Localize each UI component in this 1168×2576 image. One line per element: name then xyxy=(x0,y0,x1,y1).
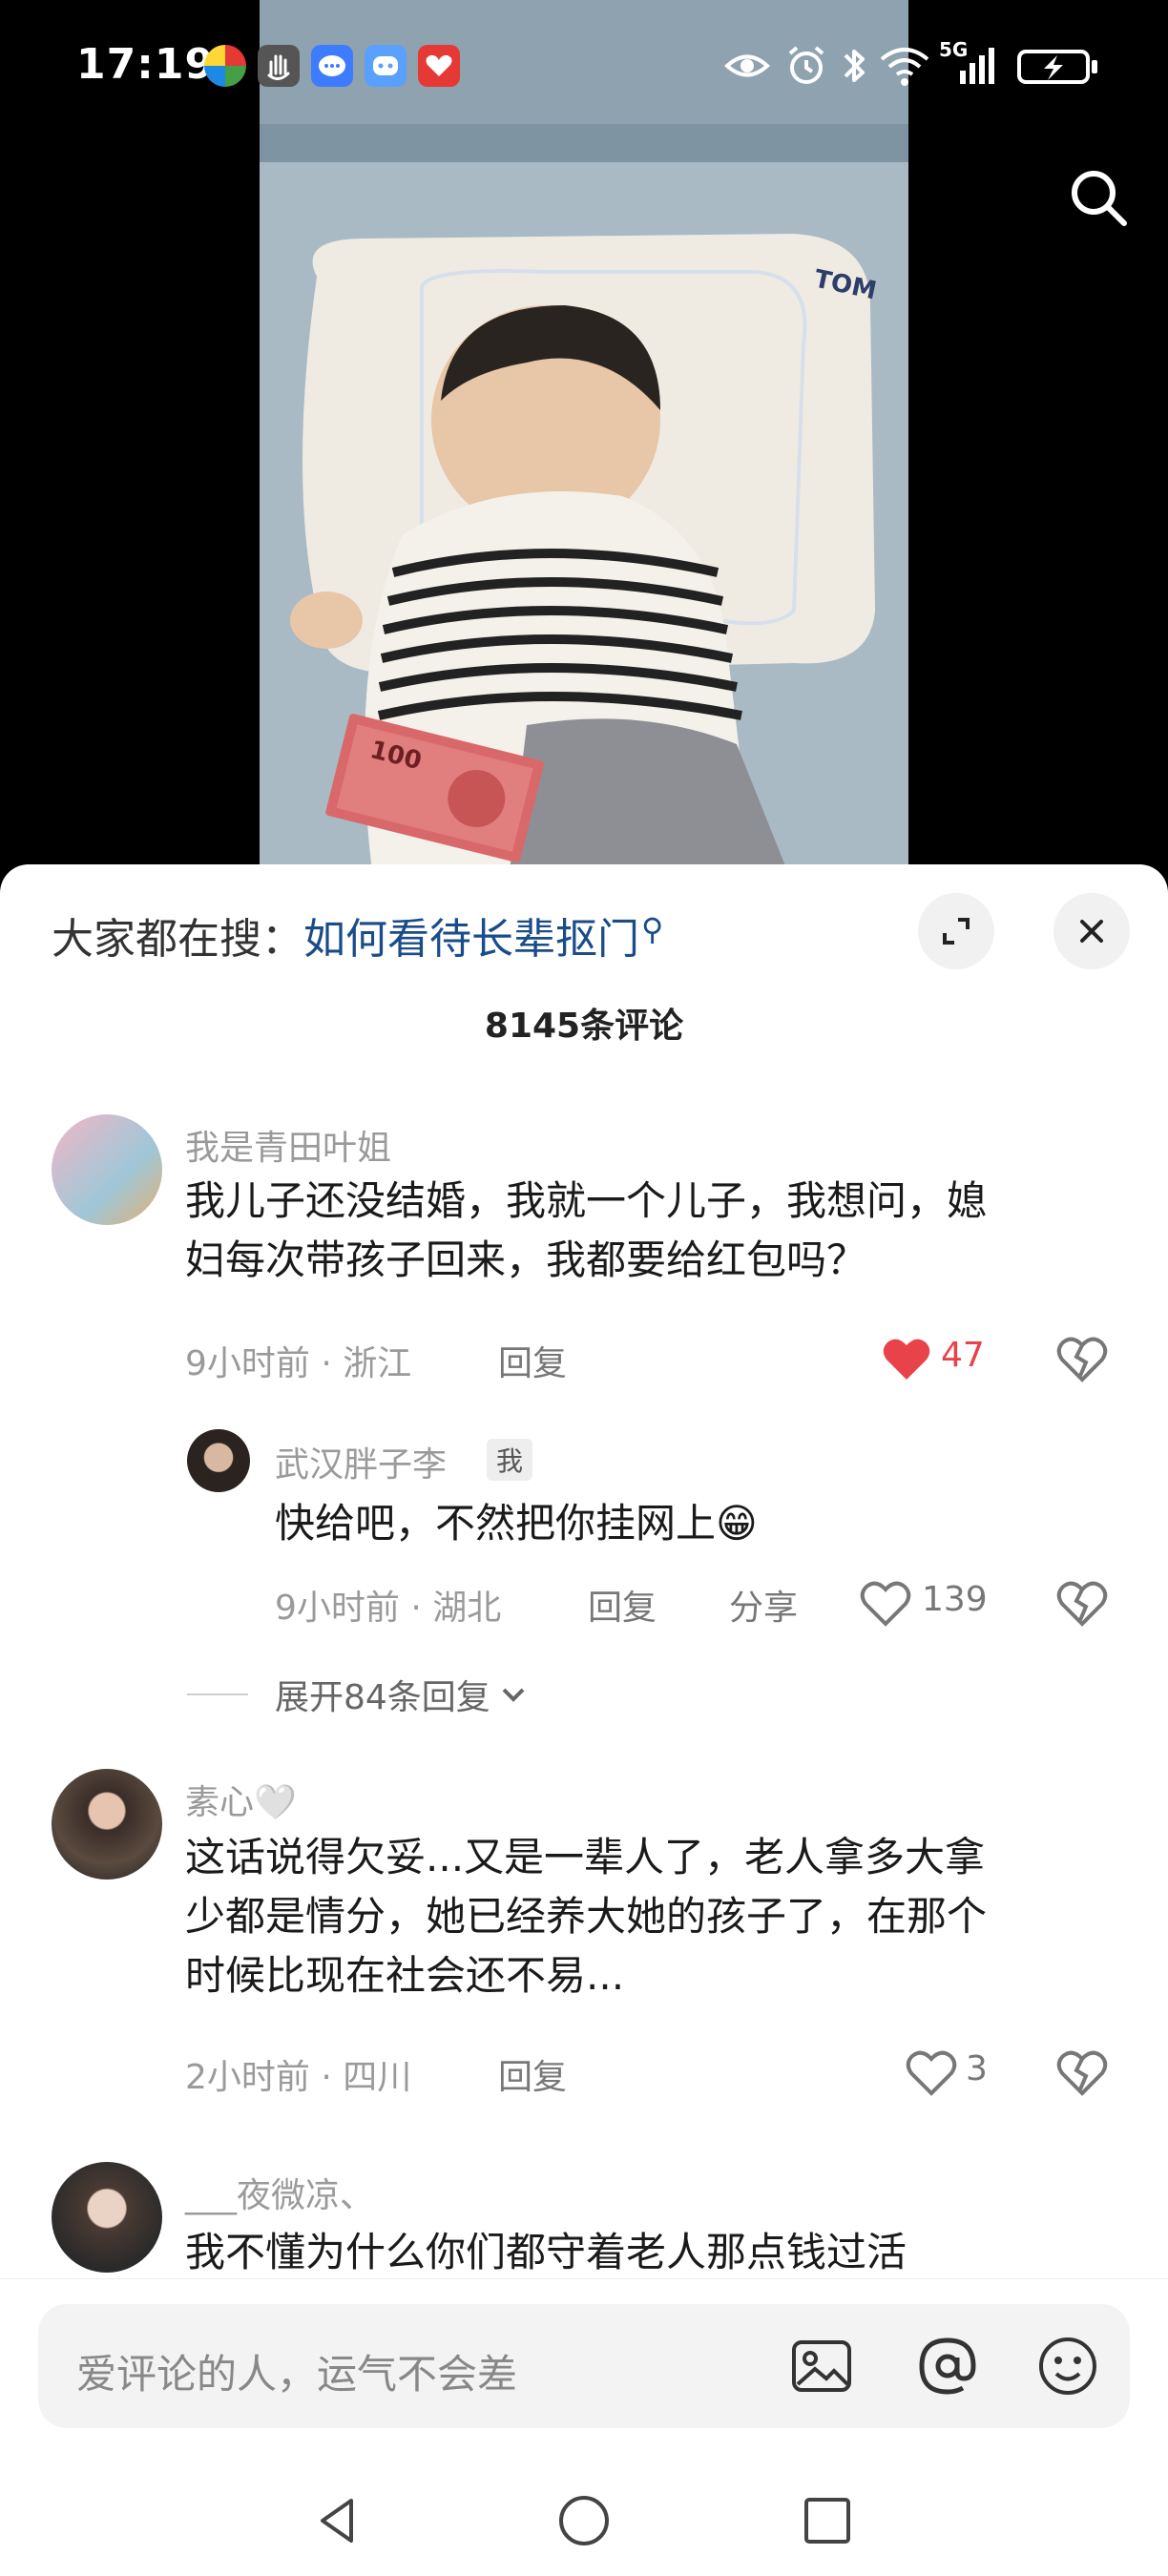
search-small-icon: ⚲ xyxy=(641,911,664,947)
image-icon[interactable] xyxy=(784,2329,859,2403)
battery-charging-icon xyxy=(1017,50,1097,84)
home-icon[interactable] xyxy=(551,2487,617,2554)
recents-icon[interactable] xyxy=(794,2487,861,2554)
robot-app-icon xyxy=(365,45,407,87)
reply-text: 快给吧，不然把你挂网上😁 xyxy=(275,1500,758,1547)
close-icon xyxy=(1080,920,1103,943)
comment-text-line: 少都是情分，她已经养大她的孩子了，在那个 xyxy=(185,1893,988,1940)
comment-text-line: 这话说得欠妥...又是一辈人了，老人拿多大拿 xyxy=(185,1834,986,1880)
reply-username[interactable]: 武汉胖子李 xyxy=(275,1437,447,1486)
comment-text: 我儿子还没结婚，我就一个儿子，我想问，媳 妇每次带孩子回来，我都要给红包吗？ xyxy=(185,1172,1120,1290)
status-time: 17:19 xyxy=(76,40,216,89)
message-app-icon xyxy=(311,45,353,87)
broken-heart-icon[interactable] xyxy=(1055,1334,1109,1383)
wifi-icon xyxy=(880,48,929,86)
expand-icon xyxy=(943,918,970,945)
self-badge: 我 xyxy=(487,1439,533,1481)
like-count: 139 xyxy=(922,1580,988,1619)
like-count: 3 xyxy=(966,2049,988,2088)
comment-username[interactable]: 素心🤍 xyxy=(185,1775,297,1824)
back-icon[interactable] xyxy=(305,2487,372,2554)
comment-username[interactable]: ___夜微凉、 xyxy=(185,2168,374,2217)
comment-input-placeholder: 爱评论的人，运气不会差 xyxy=(76,2351,518,2398)
expand-sheet-button[interactable] xyxy=(918,893,994,969)
app-notification-icon xyxy=(204,45,246,87)
expand-replies-label: 展开84条回复 xyxy=(275,1678,490,1717)
avatar[interactable] xyxy=(187,1429,250,1492)
trending-search[interactable]: 大家都在搜：如何看待长辈抠门⚲ xyxy=(52,904,663,966)
reply-button[interactable]: 回复 xyxy=(588,1580,657,1630)
trending-search-link[interactable]: 如何看待长辈抠门 xyxy=(303,915,639,964)
comment-text: 这话说得欠妥...又是一辈人了，老人拿多大拿 少都是情分，她已经养大她的孩子了，… xyxy=(185,1828,1120,2005)
share-button[interactable]: 分享 xyxy=(729,1580,798,1630)
hand-app-icon xyxy=(258,45,300,87)
chevron-down-icon xyxy=(502,1688,525,1702)
comment-text-line: 时候比现在社会还不易... xyxy=(185,1952,625,1999)
heart-outline-icon[interactable] xyxy=(905,2047,958,2097)
expand-replies-button[interactable]: 展开84条回复 xyxy=(187,1666,531,1723)
trending-search-prefix: 大家都在搜： xyxy=(52,915,303,964)
comment-input[interactable]: 爱评论的人，运气不会差 xyxy=(38,2304,1130,2428)
heart-filled-icon[interactable] xyxy=(880,1334,933,1383)
comment-text-line: 妇每次带孩子回来，我都要给红包吗？ xyxy=(185,1236,867,1283)
signal-icon xyxy=(960,48,994,84)
search-icon[interactable] xyxy=(1061,160,1137,237)
eye-icon xyxy=(724,54,770,77)
avatar[interactable] xyxy=(52,1114,162,1225)
divider-line xyxy=(187,1693,248,1695)
comment-meta: 9小时前 · 浙江 xyxy=(185,1344,412,1383)
comment-input-area: 爱评论的人，运气不会差 xyxy=(0,2278,1168,2576)
comment-text: 我不懂为什么你们都守着老人那点钱过活 xyxy=(185,2223,1120,2282)
close-sheet-button[interactable] xyxy=(1053,893,1130,969)
comment-count: 8145条评论 xyxy=(484,1007,684,1046)
comment-text-line: 我不懂为什么你们都守着老人那点钱过活 xyxy=(185,2229,907,2275)
reply-button[interactable]: 回复 xyxy=(498,2049,567,2099)
comment-meta: 2小时前 · 四川 xyxy=(185,2058,412,2097)
reply-button[interactable]: 回复 xyxy=(498,1336,567,1385)
video-player[interactable]: TOM 100 17:19 5G xyxy=(0,0,1168,887)
status-bar: 17:19 5G xyxy=(0,0,1168,134)
mention-icon[interactable] xyxy=(910,2329,985,2403)
alarm-icon xyxy=(788,46,824,84)
like-count: 47 xyxy=(941,1336,985,1375)
system-nav-bar xyxy=(0,2466,1168,2576)
comment-text-line: 我儿子还没结婚，我就一个儿子，我想问，媳 xyxy=(185,1177,988,1224)
broken-heart-icon[interactable] xyxy=(1055,1578,1109,1628)
heart-outline-icon[interactable] xyxy=(859,1578,912,1628)
comment-username[interactable]: 我是青田叶姐 xyxy=(185,1120,391,1170)
broken-heart-icon[interactable] xyxy=(1055,2047,1109,2097)
reply-meta: 9小时前 · 湖北 xyxy=(275,1589,502,1628)
avatar[interactable] xyxy=(52,2162,162,2273)
heart-app-icon xyxy=(418,45,460,87)
avatar[interactable] xyxy=(52,1769,162,1880)
emoji-icon[interactable] xyxy=(1031,2329,1105,2403)
bluetooth-icon xyxy=(844,50,865,82)
